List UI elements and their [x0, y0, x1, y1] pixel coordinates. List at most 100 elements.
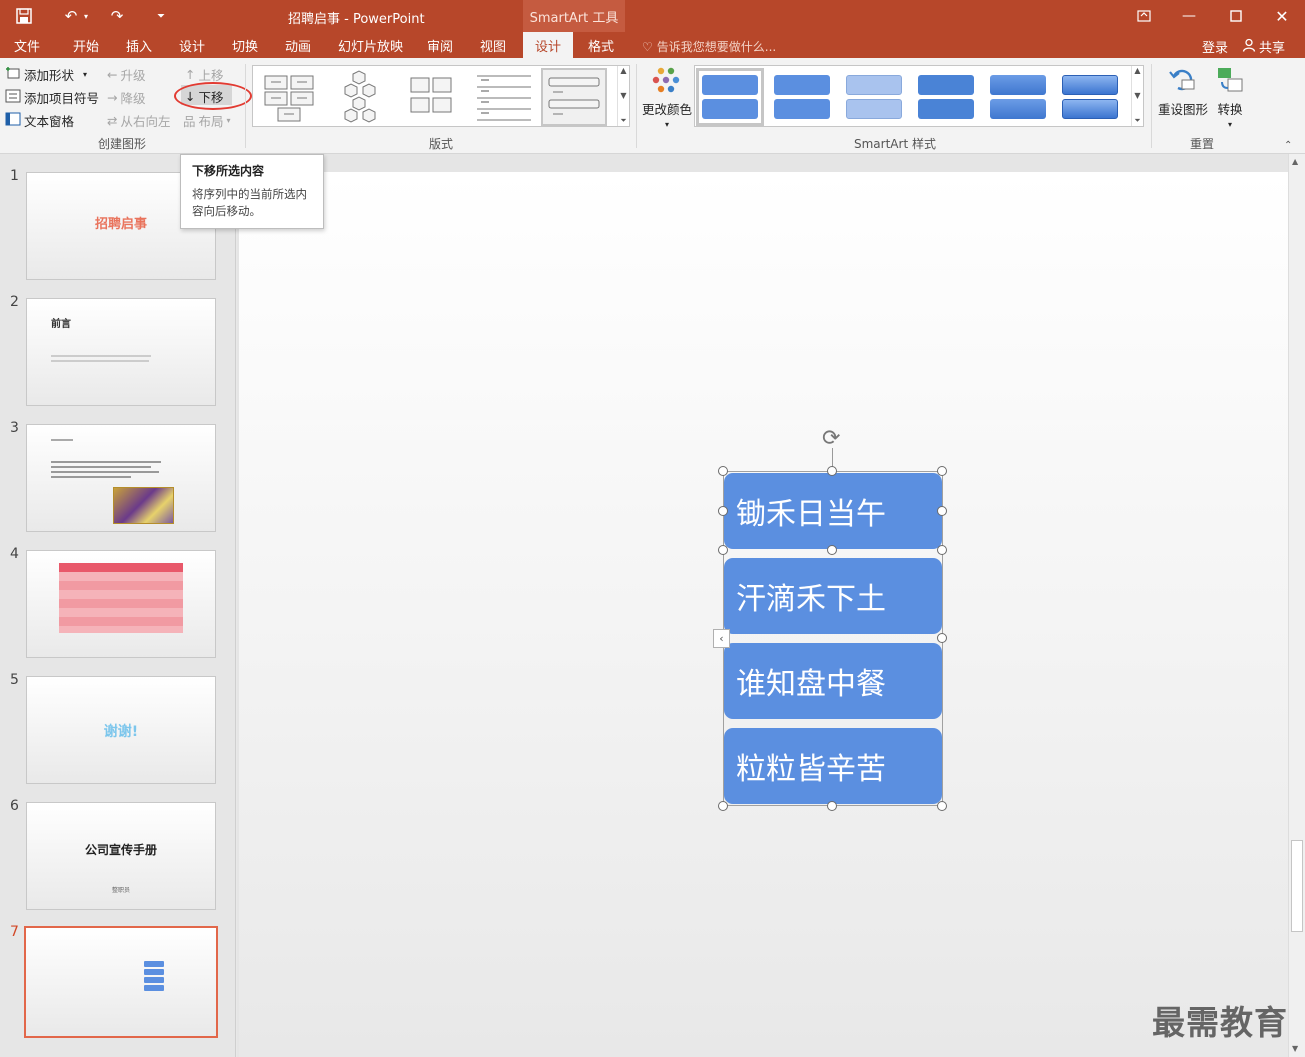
resize-handle[interactable] [937, 545, 947, 555]
smartart-item-4[interactable]: 粒粒皆辛苦 [724, 728, 942, 804]
tab-view[interactable]: 视图 [480, 32, 506, 58]
tab-file[interactable]: 文件 [14, 32, 40, 58]
layouts-scroll[interactable]: ▲ ▼ ⏷ [617, 66, 629, 126]
resize-handle[interactable] [718, 545, 728, 555]
vertical-scrollbar[interactable]: ▲ ▼ [1288, 154, 1305, 1057]
share-button[interactable]: 共享 [1242, 37, 1285, 56]
slide-number: 1 [10, 168, 19, 184]
title-bar: ↶ ▾ ↷ ⏷ 招聘启事 - PowerPoint SmartArt 工具 — … [0, 0, 1305, 32]
text-line [51, 355, 151, 357]
share-label: 共享 [1259, 41, 1286, 56]
scroll-up-icon[interactable]: ▲ [1292, 157, 1298, 166]
demote-button[interactable]: → 降级 [107, 88, 146, 107]
resize-handle[interactable] [937, 466, 947, 476]
resize-handle[interactable] [718, 466, 728, 476]
slide-thumbnail-3[interactable] [26, 424, 216, 532]
window-title: 招聘启事 - PowerPoint [288, 12, 425, 27]
ribbon: 添加形状 ▾ 添加项目符号 文本窗格 ← 升级 → 降级 ⇄ 从右向左 ↑ 上移… [0, 58, 1305, 154]
scroll-up-icon[interactable]: ▲ [1134, 66, 1140, 75]
dropdown-arrow-icon: ▾ [1227, 120, 1232, 129]
tab-design[interactable]: 设计 [179, 32, 205, 58]
smartart-item-2[interactable]: 汗滴禾下土 [724, 558, 942, 634]
layout-option-4[interactable] [473, 70, 535, 124]
tooltip-title: 下移所选内容 [192, 164, 265, 178]
reset-group-label: 重置 [1190, 137, 1215, 151]
style-option-1-selected[interactable] [696, 68, 764, 126]
more-icon[interactable]: ⏷ [1134, 116, 1140, 126]
tooltip-body: 将序列中的当前所选内容向后移动。 [192, 187, 307, 218]
layout-label: 布局 [198, 114, 224, 129]
resize-handle[interactable] [827, 466, 837, 476]
tab-smartart-design[interactable]: 设计 [523, 32, 574, 58]
text-pane-button[interactable]: 文本窗格 [5, 111, 74, 130]
scroll-down-icon[interactable]: ▼ [1292, 1044, 1298, 1053]
layout-option-2[interactable] [329, 70, 391, 124]
slide-5-title: 谢谢! [103, 724, 139, 740]
maximize-icon[interactable] [1216, 4, 1256, 28]
customize-icon[interactable]: ⏷ [148, 4, 174, 28]
scrollbar-thumb[interactable] [1291, 840, 1303, 932]
rotate-handle-icon[interactable]: ⟳ [822, 426, 840, 451]
reset-graphic-button[interactable]: 重设图形 [1158, 66, 1208, 118]
text-pane-toggle-icon[interactable]: ‹ [713, 629, 730, 648]
smartart-item-3[interactable]: 谁知盘中餐 [724, 643, 942, 719]
slide-thumbnails-pane: 1 招聘启事 2 前言 3 4 5 谢谢! 6 公司宣传手册 整职员 7 [0, 154, 236, 1057]
close-icon[interactable]: ✕ [1262, 4, 1302, 28]
layout-option-3[interactable] [401, 70, 463, 124]
tab-insert[interactable]: 插入 [126, 32, 152, 58]
tab-home[interactable]: 开始 [73, 32, 99, 58]
style-option-6[interactable] [1059, 71, 1121, 123]
add-shape-button[interactable]: 添加形状 ▾ [5, 65, 87, 84]
login-link[interactable]: 登录 [1202, 37, 1228, 56]
style-option-2[interactable] [771, 71, 833, 123]
resize-handle[interactable] [937, 801, 947, 811]
scroll-down-icon[interactable]: ▼ [1134, 91, 1140, 100]
style-option-3[interactable] [843, 71, 905, 123]
mini-box [144, 969, 164, 975]
dropdown-arrow-icon[interactable]: ▾ [83, 70, 87, 79]
redo-icon[interactable]: ↷ [104, 4, 130, 28]
ribbon-display-icon[interactable] [1124, 4, 1164, 28]
more-icon[interactable]: ⏷ [620, 116, 626, 126]
slide-thumbnail-7-current[interactable] [24, 926, 218, 1038]
promote-button[interactable]: ← 升级 [107, 65, 146, 84]
text-pane-icon [5, 112, 21, 129]
tab-review[interactable]: 审阅 [427, 32, 453, 58]
style-option-4[interactable] [915, 71, 977, 123]
slide-thumbnail-4[interactable] [26, 550, 216, 658]
slide-thumbnail-5[interactable]: 谢谢! [26, 676, 216, 784]
tab-smartart-format[interactable]: 格式 [588, 32, 614, 58]
promote-label: 升级 [120, 68, 146, 83]
resize-handle[interactable] [827, 545, 837, 555]
change-colors-button[interactable]: 更改颜色 ▾ [642, 66, 692, 129]
minimize-icon[interactable]: — [1169, 4, 1209, 28]
arrow-up-icon: ↑ [185, 67, 196, 82]
resize-handle[interactable] [718, 506, 728, 516]
slide-number: 7 [10, 924, 19, 940]
resize-handle[interactable] [718, 801, 728, 811]
slide-thumbnail-2[interactable]: 前言 [26, 298, 216, 406]
add-bullet-button[interactable]: 添加项目符号 [5, 88, 99, 107]
tab-slideshow[interactable]: 幻灯片放映 [338, 32, 403, 58]
scroll-up-icon[interactable]: ▲ [620, 66, 626, 75]
collapse-ribbon-icon[interactable]: ⌃ [1284, 140, 1292, 151]
resize-handle[interactable] [937, 633, 947, 643]
resize-handle[interactable] [937, 506, 947, 516]
slide-thumbnail-6[interactable]: 公司宣传手册 整职员 [26, 802, 216, 910]
layout-option-5-selected[interactable] [541, 68, 607, 126]
tab-transitions[interactable]: 切换 [232, 32, 258, 58]
convert-button[interactable]: 转换 ▾ [1215, 66, 1245, 129]
right-to-left-button[interactable]: ⇄ 从右向左 [107, 111, 171, 130]
person-icon [1242, 38, 1256, 56]
layout-button[interactable]: 品 布局 ▾ [183, 111, 231, 130]
resize-handle[interactable] [827, 801, 837, 811]
undo-dropdown-icon[interactable]: ▾ [80, 4, 92, 28]
save-icon[interactable] [11, 4, 37, 28]
styles-scroll[interactable]: ▲ ▼ ⏷ [1131, 66, 1143, 126]
style-option-5[interactable] [987, 71, 1049, 123]
layout-option-1[interactable] [259, 70, 321, 124]
tab-animations[interactable]: 动画 [285, 32, 311, 58]
tell-me-search[interactable]: ♡ 告诉我您想要做什么... [642, 38, 776, 55]
smartart-item-1[interactable]: 锄禾日当午 [724, 473, 942, 549]
scroll-down-icon[interactable]: ▼ [620, 91, 626, 100]
